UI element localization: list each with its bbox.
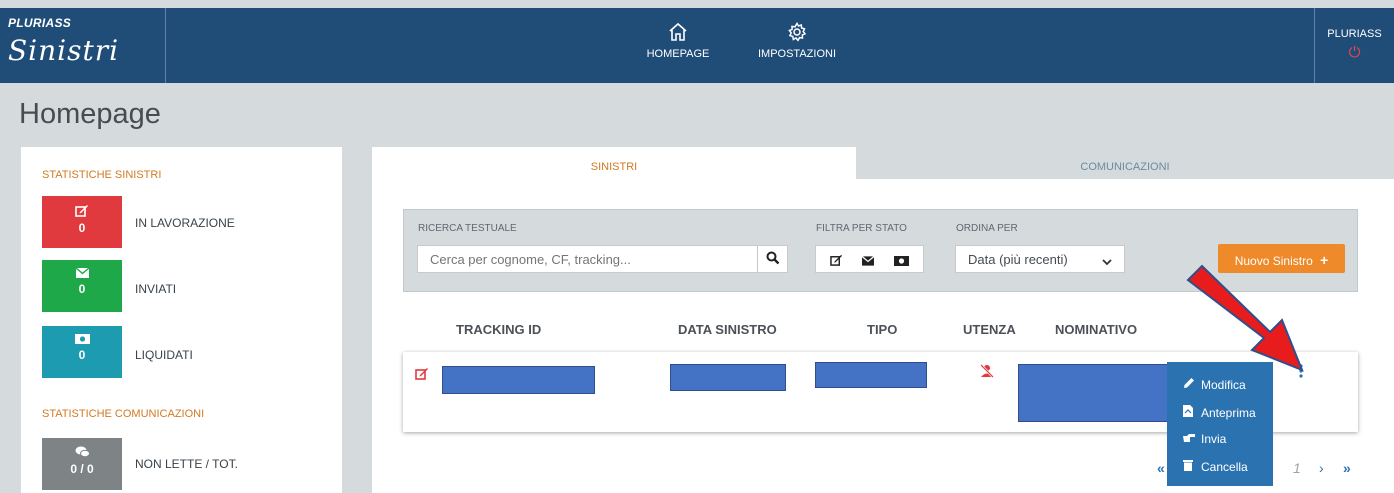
search-button[interactable] bbox=[758, 245, 788, 273]
hand-point-right-icon bbox=[1183, 432, 1201, 446]
stat-unread-box[interactable]: 0 / 0 bbox=[42, 438, 122, 490]
search-label: RICERCA TESTUALE bbox=[418, 223, 517, 234]
sort-label: ORDINA PER bbox=[956, 223, 1018, 234]
logo-brand-small: PLURIASS bbox=[8, 16, 72, 30]
chevron-down-icon bbox=[1102, 254, 1112, 269]
redacted-type bbox=[815, 362, 927, 388]
col-tracking-id[interactable]: TRACKING ID bbox=[456, 322, 541, 337]
filter-settled-icon[interactable] bbox=[894, 253, 909, 271]
col-user[interactable]: UTENZA bbox=[963, 322, 1016, 337]
sort-select[interactable]: Data (più recenti) bbox=[955, 245, 1125, 273]
trash-icon bbox=[1183, 459, 1201, 474]
top-bar: PLURIASS Sinistri HOMEPAGE IMPOSTAZIONI … bbox=[0, 8, 1394, 83]
sort-value: Data (più recenti) bbox=[968, 252, 1068, 267]
redacted-name bbox=[1018, 364, 1170, 422]
nav-homepage-label: HOMEPAGE bbox=[646, 48, 710, 60]
tab-communications[interactable]: COMUNICAZIONI bbox=[856, 147, 1394, 179]
file-pdf-icon bbox=[1183, 405, 1201, 420]
page-title: Homepage bbox=[19, 98, 161, 130]
stat-in-progress-label: IN LAVORAZIONE bbox=[135, 216, 235, 230]
power-icon[interactable]: ⏻ bbox=[1315, 44, 1394, 61]
redacted-date bbox=[670, 364, 786, 391]
stat-sent-value: 0 bbox=[78, 282, 86, 296]
claims-stats-title: STATISTICHE SINISTRI bbox=[42, 169, 162, 181]
menu-preview-label: Anteprima bbox=[1201, 406, 1256, 420]
stat-settled-label: LIQUIDATI bbox=[135, 348, 193, 362]
menu-item-edit[interactable]: Modifica bbox=[1183, 377, 1246, 392]
row-edit-icon[interactable] bbox=[415, 367, 429, 385]
pagination-last[interactable]: » bbox=[1343, 460, 1351, 476]
stat-in-progress-box[interactable]: 0 bbox=[42, 196, 122, 248]
redacted-tracking-id bbox=[442, 366, 595, 394]
nav-settings[interactable]: IMPOSTAZIONI bbox=[742, 22, 852, 60]
stat-settled-box[interactable]: 0 bbox=[42, 326, 122, 378]
money-icon bbox=[74, 334, 90, 344]
comms-stats-title: STATISTICHE COMUNICAZIONI bbox=[42, 408, 205, 420]
user-slash-icon bbox=[979, 364, 995, 383]
col-date[interactable]: DATA SINISTRO bbox=[678, 322, 777, 337]
user-box[interactable]: PLURIASS ⏻ bbox=[1314, 8, 1394, 83]
col-name[interactable]: NOMINATIVO bbox=[1055, 322, 1137, 337]
menu-send-label: Invia bbox=[1201, 432, 1227, 446]
state-filter-group bbox=[815, 245, 924, 273]
nav-homepage[interactable]: HOMEPAGE bbox=[638, 22, 718, 60]
menu-item-delete[interactable]: Cancella bbox=[1183, 459, 1248, 474]
menu-delete-label: Cancella bbox=[1201, 460, 1248, 474]
filter-in-progress-icon[interactable] bbox=[830, 253, 843, 271]
pagination-first[interactable]: « bbox=[1157, 460, 1165, 476]
stat-sent-box[interactable]: 0 bbox=[42, 260, 122, 312]
stats-panel: STATISTICHE SINISTRI 0 IN LAVORAZIONE 0 … bbox=[21, 147, 342, 493]
state-filter-label: FILTRA PER STATO bbox=[816, 223, 907, 234]
gear-icon bbox=[788, 22, 807, 42]
edit-icon bbox=[75, 205, 88, 217]
annotation-arrow-icon bbox=[1186, 264, 1304, 372]
menu-item-send[interactable]: Invia bbox=[1183, 432, 1226, 446]
search-input[interactable] bbox=[417, 245, 758, 273]
envelope-icon bbox=[75, 268, 89, 278]
search-icon bbox=[766, 251, 779, 265]
filter-sent-icon[interactable] bbox=[861, 253, 875, 271]
chat-icon bbox=[75, 446, 90, 458]
stat-unread-value: 0 / 0 bbox=[70, 462, 94, 476]
nav-settings-label: IMPOSTAZIONI bbox=[757, 48, 837, 60]
app-logo[interactable]: PLURIASS Sinistri bbox=[0, 8, 166, 83]
pagination-current[interactable]: 1 bbox=[1293, 460, 1301, 476]
pencil-icon bbox=[1183, 377, 1201, 392]
stat-in-progress-value: 0 bbox=[78, 221, 86, 235]
col-type[interactable]: TIPO bbox=[867, 322, 897, 337]
row-actions-menu: Modifica Anteprima Invia Cancella bbox=[1167, 362, 1273, 486]
plus-icon: + bbox=[1320, 252, 1329, 268]
stat-settled-value: 0 bbox=[78, 348, 86, 362]
user-name: PLURIASS bbox=[1327, 28, 1382, 40]
home-icon bbox=[669, 22, 687, 41]
logo-brand-main: Sinistri bbox=[8, 34, 120, 67]
stat-sent-label: INVIATI bbox=[135, 282, 177, 296]
stat-unread-label: NON LETTE / TOT. bbox=[135, 457, 238, 471]
menu-edit-label: Modifica bbox=[1201, 378, 1246, 392]
menu-item-preview[interactable]: Anteprima bbox=[1183, 405, 1256, 420]
pagination-next[interactable]: › bbox=[1319, 460, 1324, 476]
